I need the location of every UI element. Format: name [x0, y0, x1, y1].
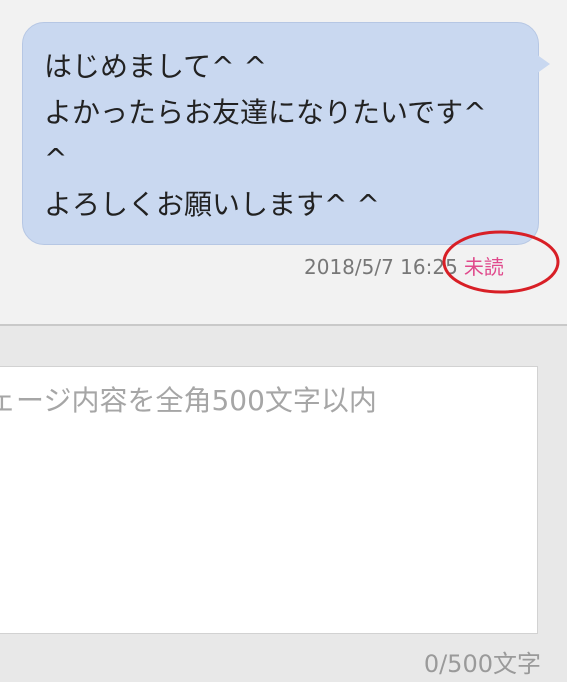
message-bubble-tail: [536, 54, 550, 74]
message-line-2: よかったらお友達になりたいです^: [44, 96, 487, 129]
message-screen: はじめまして^ ^ よかったらお友達になりたいです^ ^ よろしくお願いします^…: [0, 0, 567, 682]
composer-area: ェージ内容を全角500文字以内 0/500文字: [0, 326, 567, 682]
character-counter: 0/500文字: [423, 650, 541, 678]
message-input[interactable]: [0, 366, 538, 634]
message-line-1: はじめまして^ ^: [44, 50, 267, 83]
message-line-3: ^: [44, 142, 68, 175]
red-circle-annotation: [442, 230, 560, 294]
chat-history: はじめまして^ ^ よかったらお友達になりたいです^ ^ よろしくお願いします^…: [0, 0, 567, 325]
message-timestamp: 2018/5/7 16:25: [304, 255, 458, 279]
message-line-4: よろしくお願いします^ ^: [44, 188, 380, 221]
